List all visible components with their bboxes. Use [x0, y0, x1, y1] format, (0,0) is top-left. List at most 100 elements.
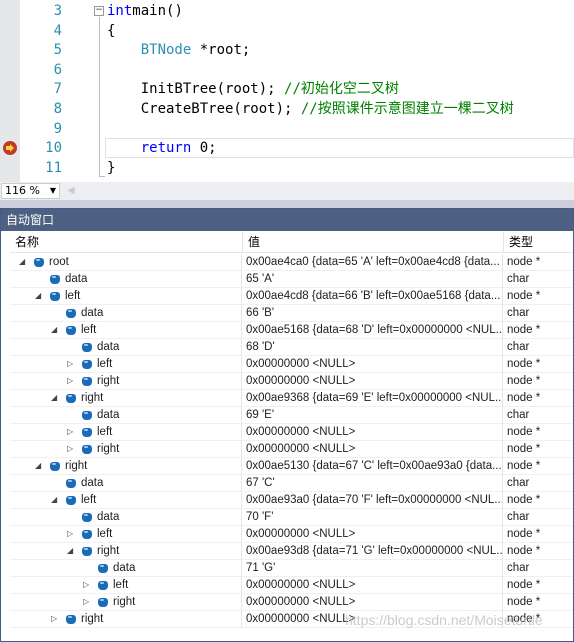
- collapsed-triangle-icon[interactable]: ▷: [67, 424, 73, 440]
- code-line[interactable]: 6: [0, 60, 574, 80]
- variable-value[interactable]: 0x00000000 <NULL>: [242, 356, 503, 373]
- table-row[interactable]: ◢ right 0x00ae5130 {data=67 'C' left=0x00a…: [10, 458, 573, 475]
- variables-tree: ◢ root 0x00ae4ca0 {data=65 'A' left=0x00ae…: [10, 254, 573, 628]
- scroll-left-icon[interactable]: ◀: [67, 185, 75, 196]
- expanded-triangle-icon[interactable]: ◢: [35, 288, 41, 304]
- variable-value[interactable]: 71 'G': [242, 560, 503, 577]
- collapsed-triangle-icon[interactable]: ▷: [83, 577, 89, 593]
- code-line[interactable]: 11}: [0, 158, 574, 178]
- header-value[interactable]: 值: [243, 232, 504, 253]
- variable-value[interactable]: 0x00000000 <NULL>: [242, 526, 503, 543]
- collapsed-triangle-icon[interactable]: ▷: [67, 356, 73, 372]
- variable-name: right: [65, 460, 88, 472]
- collapsed-triangle-icon[interactable]: ▷: [83, 594, 89, 610]
- name-cell: data: [10, 509, 242, 526]
- variable-value[interactable]: 66 'B': [242, 305, 503, 322]
- collapsed-triangle-icon[interactable]: ▷: [67, 441, 73, 457]
- line-number: 9: [53, 120, 62, 137]
- table-row[interactable]: ▷ left 0x00000000 <NULL> node *: [10, 424, 573, 441]
- collapsed-triangle-icon[interactable]: ▷: [67, 526, 73, 542]
- field-icon: [34, 258, 44, 267]
- code-line[interactable]: 4{: [0, 21, 574, 41]
- variable-value[interactable]: 67 'C': [242, 475, 503, 492]
- variable-value[interactable]: 68 'D': [242, 339, 503, 356]
- table-row[interactable]: ▷ left 0x00000000 <NULL> node *: [10, 526, 573, 543]
- variable-value[interactable]: 0x00000000 <NULL>: [242, 577, 503, 594]
- code-token: return: [140, 140, 192, 157]
- table-row[interactable]: data 70 'F' char: [10, 509, 573, 526]
- variable-value[interactable]: 0x00000000 <NULL>: [242, 373, 503, 390]
- variable-value[interactable]: 70 'F': [242, 509, 503, 526]
- table-row[interactable]: data 68 'D' char: [10, 339, 573, 356]
- table-row[interactable]: ◢ root 0x00ae4ca0 {data=65 'A' left=0x00ae…: [10, 254, 573, 271]
- variable-name: right: [81, 613, 104, 625]
- variable-value[interactable]: 0x00ae93d8 {data=71 'G' left=0x00000000 …: [242, 543, 503, 560]
- code-line[interactable]: 7 InitBTree(root); //初始化空二叉树: [0, 79, 574, 99]
- collapsed-triangle-icon[interactable]: ▷: [51, 611, 57, 627]
- table-row[interactable]: ◢ right 0x00ae93d8 {data=71 'G' left=0x000…: [10, 543, 573, 560]
- table-row[interactable]: ◢ left 0x00ae5168 {data=68 'D' left=0x0000…: [10, 322, 573, 339]
- table-row[interactable]: ◢ left 0x00ae93a0 {data=70 'F' left=0x0000…: [10, 492, 573, 509]
- variable-value[interactable]: 69 'E': [242, 407, 503, 424]
- code-line[interactable]: 10 return 0;: [0, 138, 574, 158]
- variable-value[interactable]: 65 'A': [242, 271, 503, 288]
- variable-type: char: [507, 511, 530, 523]
- name-cell: ◢ root: [10, 254, 242, 271]
- table-row[interactable]: ▷ right 0x00000000 <NULL> node *: [10, 373, 573, 390]
- name-cell: data: [10, 271, 242, 288]
- table-row[interactable]: data 67 'C' char: [10, 475, 573, 492]
- table-row[interactable]: data 71 'G' char: [10, 560, 573, 577]
- table-row[interactable]: ◢ left 0x00ae4cd8 {data=66 'B' left=0x00ae…: [10, 288, 573, 305]
- variable-value[interactable]: 0x00ae5168 {data=68 'D' left=0x00000000 …: [242, 322, 503, 339]
- field-icon: [66, 309, 76, 318]
- variable-type: char: [507, 562, 530, 574]
- expanded-triangle-icon[interactable]: ◢: [19, 254, 25, 270]
- variable-value[interactable]: 0x00000000 <NULL>: [242, 594, 503, 611]
- variable-value[interactable]: 0x00ae93a0 {data=70 'F' left=0x00000000 …: [242, 492, 503, 509]
- code-line[interactable]: 5 BTNode *root;: [0, 40, 574, 60]
- variable-type: node *: [507, 375, 541, 387]
- name-cell: ◢ right: [10, 458, 242, 475]
- code-token: //初始化空二叉树: [284, 81, 399, 98]
- field-icon: [82, 428, 92, 437]
- name-cell: ◢ left: [10, 288, 242, 305]
- variable-value[interactable]: 0x00000000 <NULL>: [242, 424, 503, 441]
- line-number: 7: [53, 81, 62, 98]
- code-line[interactable]: 3 intmain(): [0, 1, 574, 21]
- code-text: intmain(): [107, 1, 183, 21]
- header-name[interactable]: 名称: [10, 232, 243, 253]
- table-row[interactable]: data 69 'E' char: [10, 407, 573, 424]
- field-icon: [66, 479, 76, 488]
- collapsed-triangle-icon[interactable]: ▷: [67, 373, 73, 389]
- table-row[interactable]: ▷ left 0x00000000 <NULL> node *: [10, 577, 573, 594]
- code-text: InitBTree(root); //初始化空二叉树: [107, 79, 399, 99]
- variable-value[interactable]: 0x00ae5130 {data=67 'C' left=0x00ae93a0 …: [242, 458, 503, 475]
- code-line[interactable]: 9: [0, 119, 574, 139]
- variable-value[interactable]: 0x00ae4ca0 {data=65 'A' left=0x00ae4cd8 …: [242, 254, 503, 271]
- table-row[interactable]: ▷ left 0x00000000 <NULL> node *: [10, 356, 573, 373]
- line-number: 5: [53, 42, 62, 59]
- variable-value[interactable]: 0x00000000 <NULL>: [242, 441, 503, 458]
- field-icon: [82, 530, 92, 539]
- variable-value[interactable]: 0x00ae9368 {data=69 'E' left=0x00000000 …: [242, 390, 503, 407]
- table-row[interactable]: ▷ right 0x00000000 <NULL> node *: [10, 441, 573, 458]
- expanded-triangle-icon[interactable]: ◢: [35, 458, 41, 474]
- expanded-triangle-icon[interactable]: ◢: [51, 492, 57, 508]
- table-row[interactable]: ◢ right 0x00ae9368 {data=69 'E' left=0x000…: [10, 390, 573, 407]
- header-type[interactable]: 类型: [504, 232, 573, 253]
- splitter[interactable]: [0, 200, 574, 208]
- variable-name: data: [97, 341, 120, 353]
- table-row[interactable]: data 66 'B' char: [10, 305, 573, 322]
- variable-name: left: [65, 290, 81, 302]
- code-line[interactable]: 8 CreateBTree(root); //按照课件示意图建立一棵二叉树: [0, 99, 574, 119]
- expanded-triangle-icon[interactable]: ◢: [51, 322, 57, 338]
- name-cell: ◢ right: [10, 390, 242, 407]
- code-editor[interactable]: − 3 intmain() 4{5 BTNode *root; 6 7 InitBTre…: [0, 0, 574, 182]
- variable-value[interactable]: 0x00ae4cd8 {data=66 'B' left=0x00ae5168 …: [242, 288, 503, 305]
- expanded-triangle-icon[interactable]: ◢: [51, 390, 57, 406]
- table-row[interactable]: ▷ right 0x00000000 <NULL> node *: [10, 594, 573, 611]
- table-row[interactable]: data 65 'A' char: [10, 271, 573, 288]
- expanded-triangle-icon[interactable]: ◢: [67, 543, 73, 559]
- zoom-dropdown[interactable]: 116 % ▼: [1, 183, 60, 199]
